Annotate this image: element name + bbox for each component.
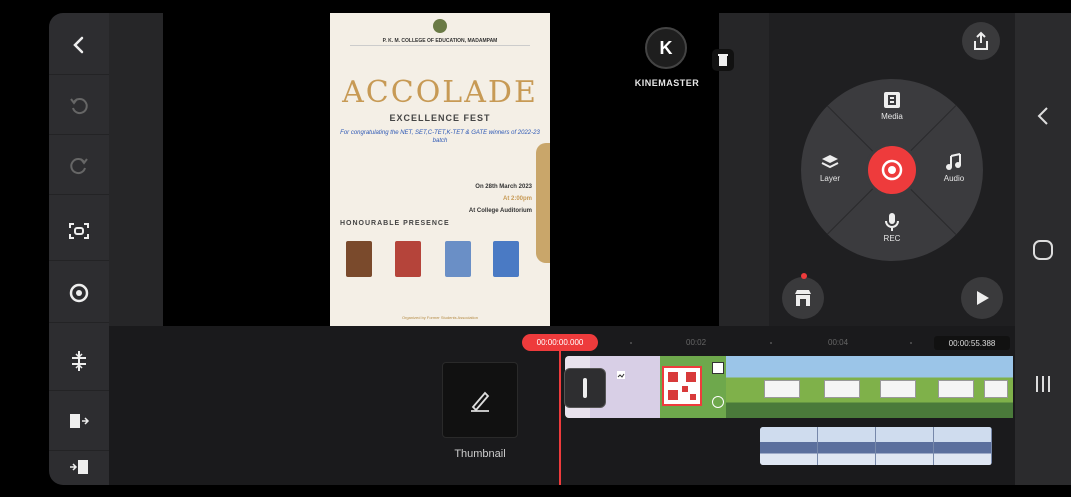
screen-capture-button[interactable] (49, 201, 109, 261)
nav-home-button[interactable] (1015, 230, 1071, 270)
store-icon (795, 290, 811, 306)
rec-button[interactable]: REC (867, 212, 917, 243)
nav-back-button[interactable] (1015, 96, 1071, 136)
poster-subheadline: EXCELLENCE FEST (389, 113, 491, 123)
video-frame (934, 427, 992, 465)
settings-icon (69, 283, 89, 302)
settings-button[interactable] (49, 263, 109, 323)
layer-icon (821, 155, 839, 169)
pencil-icon (471, 391, 490, 412)
qr-clip[interactable] (662, 366, 702, 406)
record-camera-button[interactable] (865, 143, 919, 197)
nav-back-icon (1037, 107, 1048, 125)
video-frame (876, 427, 934, 465)
thumbnail-label: Thumbnail (454, 448, 506, 460)
secondary-video-track[interactable] (760, 427, 992, 465)
trim-left-button[interactable] (49, 437, 109, 497)
preview-margin-left (109, 13, 163, 326)
back-icon (73, 36, 84, 53)
trash-icon (718, 54, 728, 66)
clip-trim-handle[interactable] (564, 368, 606, 408)
asset-store-button[interactable] (782, 277, 824, 319)
poster-time: At 2:00pm (502, 196, 532, 202)
poster-footer: Organized by Former Students Association (401, 315, 479, 320)
poster-congrats: For congratulating the NET, SET,C-TET,K-… (340, 130, 540, 144)
trim-right-icon (70, 413, 90, 428)
split-button[interactable] (49, 331, 109, 391)
redo-icon (70, 157, 88, 174)
layer-button[interactable]: Layer (805, 152, 855, 183)
share-button[interactable] (962, 22, 1000, 60)
media-button[interactable]: Media (867, 90, 917, 121)
audio-icon (946, 153, 961, 170)
screen-capture-icon (69, 222, 89, 239)
kinemaster-watermark-text: KINEMASTER (634, 78, 700, 88)
camera-shutter-icon (881, 159, 903, 181)
ruler-tick: 00:02 (686, 338, 707, 347)
video-frame (818, 427, 876, 465)
ruler-tick: 00:04 (828, 338, 849, 347)
play-button[interactable] (961, 277, 1003, 319)
current-time-badge: 00:00:00.000 (522, 334, 598, 351)
poster-date-block: On 28th March 2023 At 2:00pm At College … (469, 181, 532, 217)
media-icon (884, 92, 900, 108)
poster-image: P. K. M. COLLEGE OF EDUCATION, MADAMPAM … (330, 13, 550, 326)
guest-photo (346, 241, 372, 277)
layer-clip-icon (712, 362, 724, 374)
left-toolbar (49, 13, 109, 485)
thumbnail-button[interactable] (442, 362, 518, 438)
share-icon (974, 31, 988, 50)
play-icon (977, 291, 989, 305)
notification-dot (801, 273, 807, 279)
qr-code-icon (668, 372, 696, 400)
undo-icon (70, 97, 88, 114)
kinemaster-logo: K (645, 27, 687, 69)
audio-button[interactable]: Audio (929, 152, 979, 183)
guest-photo (493, 241, 519, 277)
poster-college: P. K. M. COLLEGE OF EDUCATION, MADAMPAM (382, 38, 498, 44)
nav-recents-button[interactable] (1015, 364, 1071, 404)
total-duration: 00:00:55.388 (934, 336, 1010, 350)
poster-date: On 28th March 2023 (475, 184, 532, 190)
poster-headline: ACCOLADE (342, 75, 538, 110)
split-icon (72, 350, 86, 371)
poster-venue: At College Auditorium (468, 208, 532, 214)
microphone-icon (885, 213, 899, 231)
guest-photo (445, 241, 471, 277)
recents-icon (1036, 376, 1050, 392)
college-emblem (433, 19, 447, 33)
back-button[interactable] (49, 15, 109, 75)
guest-photo (395, 241, 421, 277)
trim-left-icon (70, 460, 88, 474)
kinemaster-editor: P. K. M. COLLEGE OF EDUCATION, MADAMPAM … (0, 0, 1071, 486)
poster-honour-heading: HONOURABLE PRESENCE (340, 220, 450, 227)
video-frame (760, 427, 818, 465)
home-icon (1033, 240, 1053, 260)
playhead[interactable] (559, 350, 561, 485)
redo-button[interactable] (49, 135, 109, 195)
image-clip-icon (617, 371, 625, 379)
effect-clip-icon (712, 396, 724, 408)
undo-button[interactable] (49, 75, 109, 135)
remove-watermark-button[interactable] (712, 49, 734, 71)
